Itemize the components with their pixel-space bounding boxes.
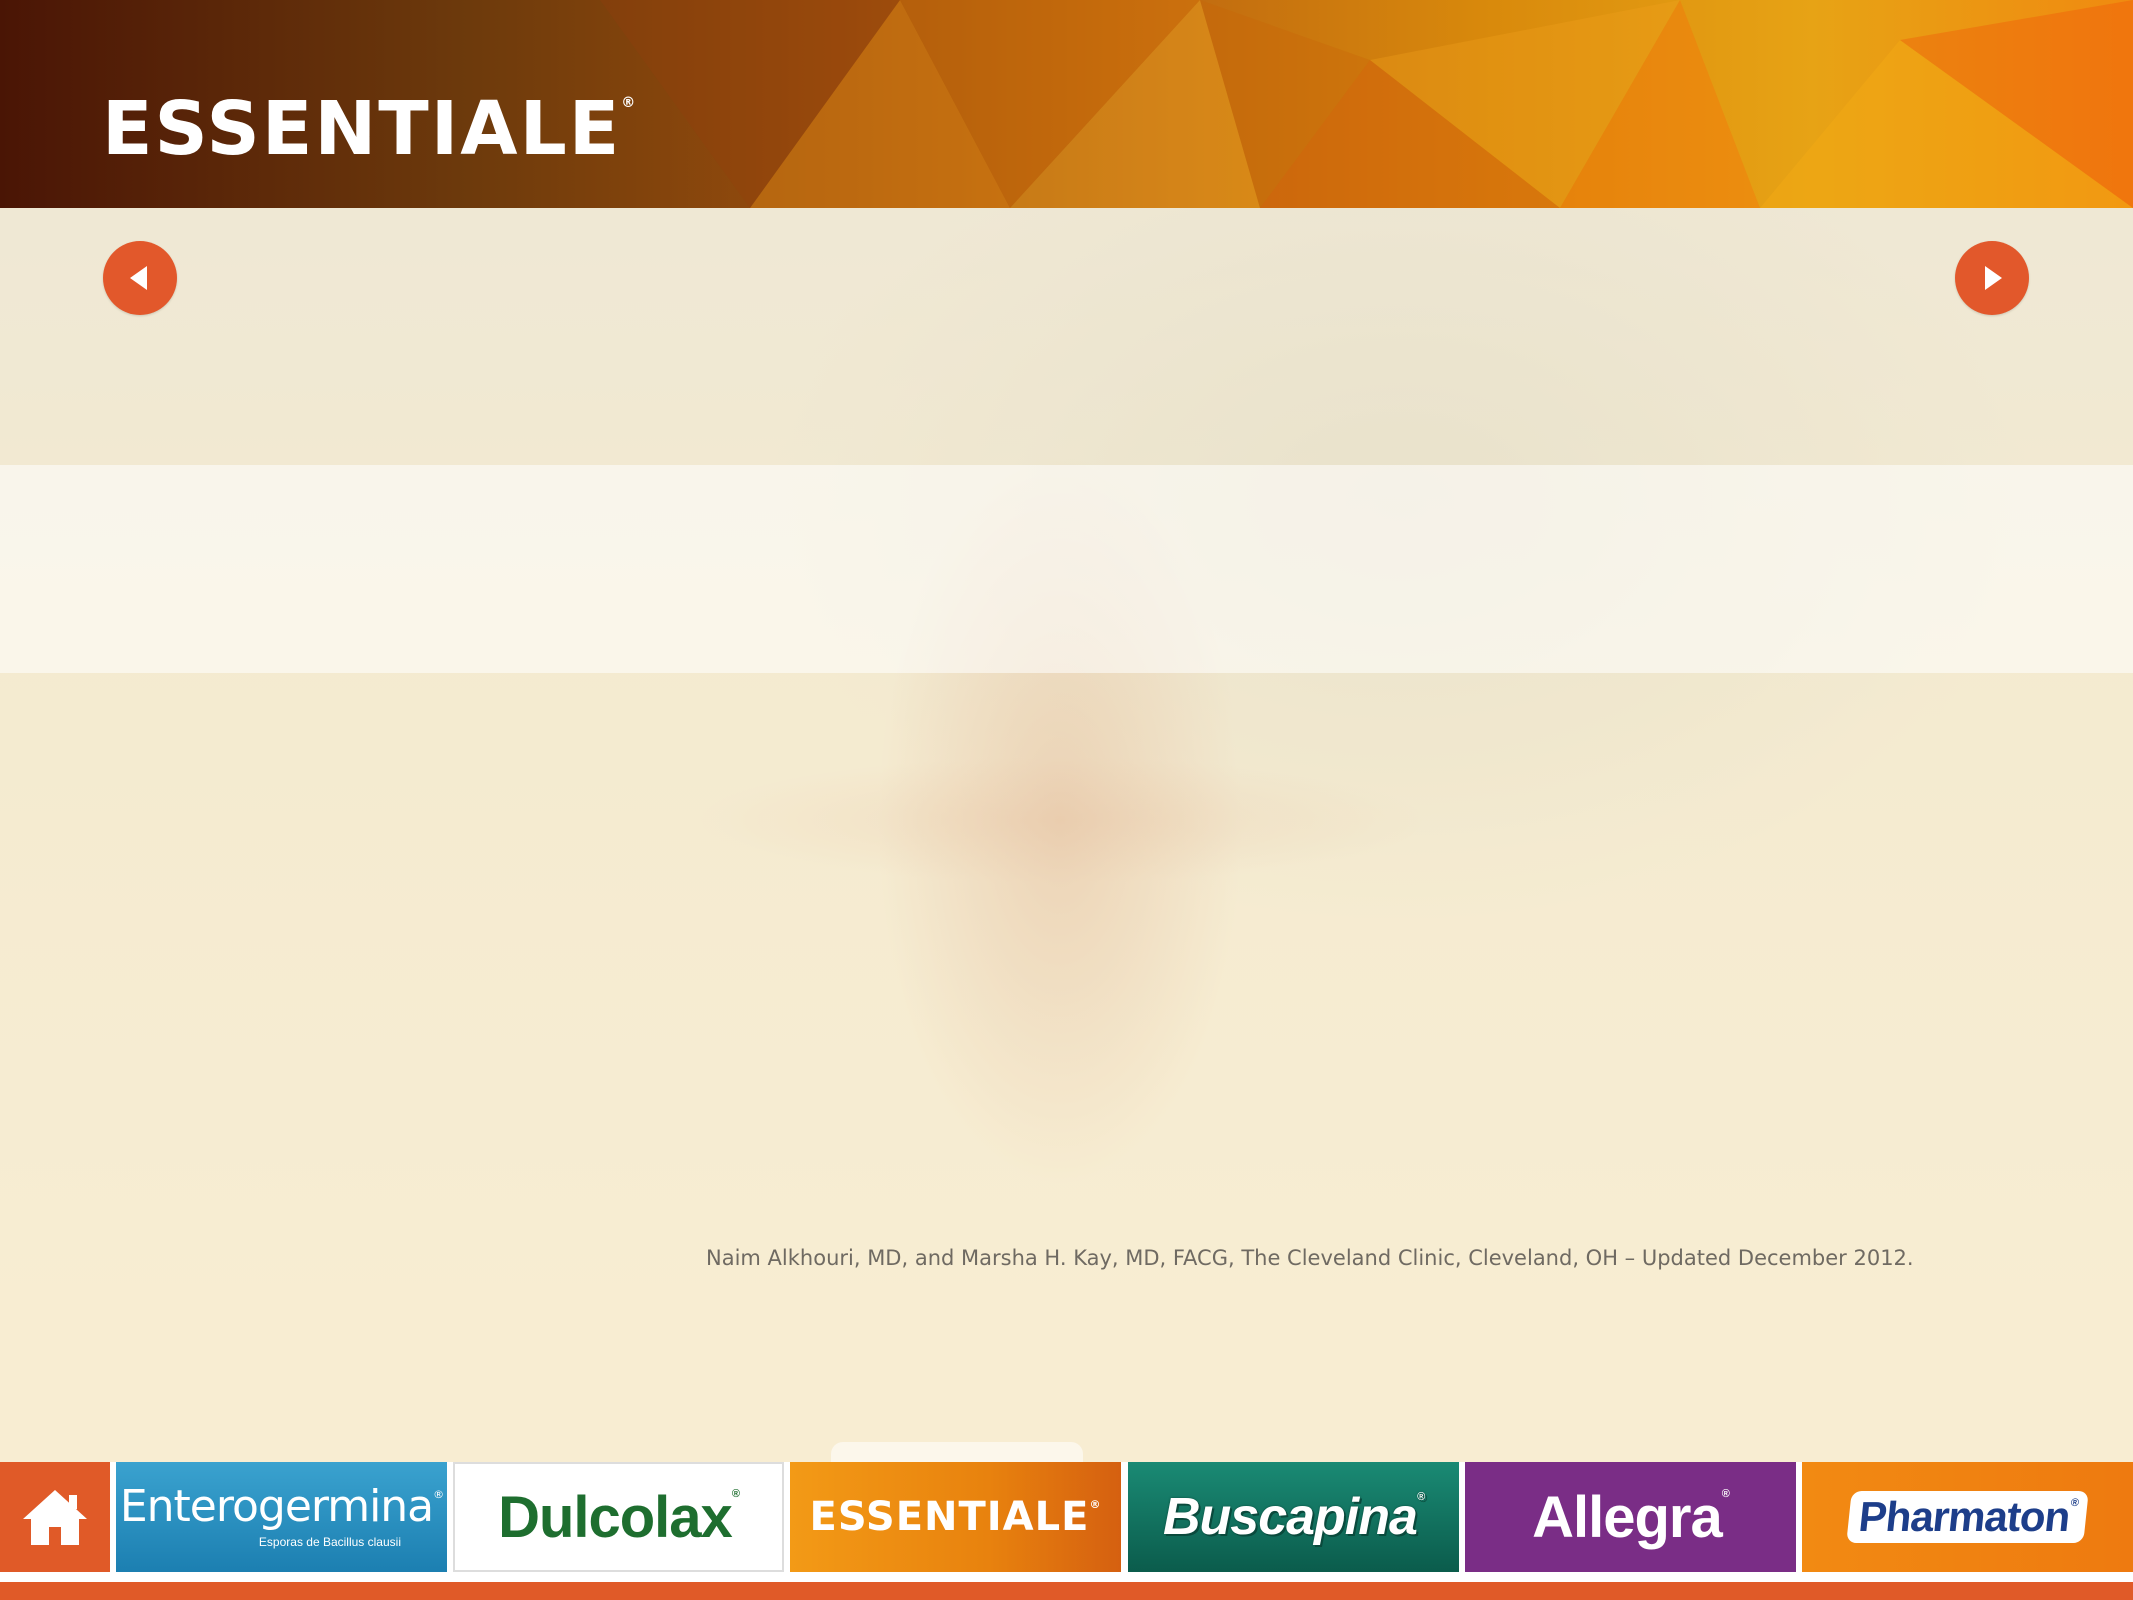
- brand-tab-dulcolax[interactable]: Dulcolax®: [453, 1462, 784, 1572]
- dulcolax-logo: Dulcolax®: [498, 1484, 740, 1550]
- next-button[interactable]: [1955, 241, 2029, 315]
- triangle-left-icon: [130, 266, 147, 290]
- brand-tab-allegra[interactable]: Allegra®: [1465, 1462, 1796, 1572]
- content-band: [0, 465, 2133, 673]
- triangle-right-icon: [1985, 266, 2002, 290]
- essentiale-logo: ESSENTIALE®: [809, 1494, 1102, 1540]
- bottom-accent-stripe: [0, 1582, 2133, 1600]
- buscapina-logo: Buscapina®: [1162, 1488, 1425, 1546]
- brand-logo: ESSENTIALE®: [102, 86, 638, 172]
- allegra-logo: Allegra®: [1532, 1484, 1730, 1550]
- brand-tab-enterogermina[interactable]: Enterogermina® Esporas de Bacillus claus…: [116, 1462, 447, 1572]
- brand-tab-buscapina[interactable]: Buscapina®: [1128, 1462, 1459, 1572]
- house-icon: [23, 1490, 87, 1545]
- background-overlay: [0, 208, 2133, 1464]
- reference-footnote: Naim Alkhouri, MD, and Marsha H. Kay, MD…: [706, 1246, 1914, 1270]
- brand-tab-pharmaton[interactable]: Pharmaton®: [1802, 1462, 2133, 1572]
- home-button[interactable]: [0, 1462, 110, 1572]
- enterogermina-tagline: Esporas de Bacillus clausii: [258, 1535, 401, 1549]
- header-banner: ESSENTIALE®: [0, 0, 2133, 208]
- enterogermina-logo: Enterogermina®: [119, 1481, 444, 1532]
- brand-tab-essentiale[interactable]: ESSENTIALE®: [790, 1462, 1121, 1572]
- previous-button[interactable]: [103, 241, 177, 315]
- pharmaton-logo: Pharmaton®: [1846, 1491, 2089, 1543]
